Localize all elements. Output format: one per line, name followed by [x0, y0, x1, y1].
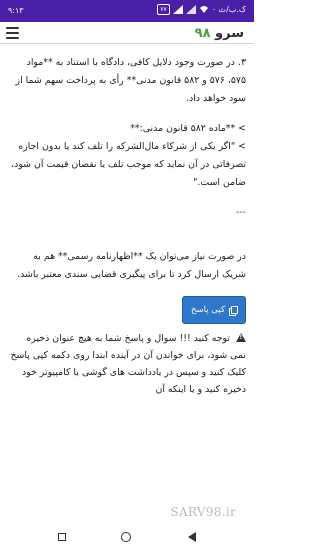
copy-answer-button[interactable]: کپی پاسخ [182, 296, 246, 324]
brand-word: سرو [215, 26, 244, 41]
status-bar: ۹:۱۳ ۷۷ ۰ ک.ب/ث [0, 0, 254, 22]
battery-icon: ۷۷ [157, 4, 170, 15]
copy-icon [229, 305, 238, 316]
answer-paragraph-2: در صورت نیاز می‌توان یک **اظهارنامه رسمی… [17, 251, 246, 280]
warning-notice: توجه کنید !!! سوال و پاسخ شما به هیچ عنو… [10, 330, 246, 398]
answer-content: ۳. در صورت وجود دلایل کافی، دادگاه با اس… [0, 44, 254, 524]
network-speed: ۰ ک.ب/ث [211, 5, 246, 14]
watermark: SARV98.ir [170, 505, 236, 519]
warning-text: توجه کنید !!! سوال و پاسخ شما به هیچ عنو… [10, 333, 247, 395]
app-bar: سرو ۹۸ [0, 22, 254, 44]
copy-answer-label: کپی پاسخ [191, 305, 225, 315]
signal-icon [172, 5, 183, 14]
brand-number: ۹۸ [194, 26, 211, 41]
home-icon[interactable] [121, 532, 131, 542]
navigation-bar [0, 524, 254, 550]
status-icons: ۷۷ ۰ ک.ب/ث [157, 4, 246, 15]
brand-logo[interactable]: سرو ۹۸ [195, 26, 244, 41]
menu-icon[interactable] [6, 27, 19, 39]
quote-body: > "اگر یکی از شرکاء مال‌الشرکه را تلف کن… [11, 141, 246, 188]
signal-icon-2 [185, 5, 196, 14]
status-time: ۹:۱۳ [8, 6, 24, 15]
answer-paragraph-1: ۳. در صورت وجود دلایل کافی، دادگاه با اس… [15, 57, 246, 104]
quote-title: > **ماده ۵۸۲ قانون مدنی:** [130, 123, 246, 134]
separator: --- [235, 207, 246, 218]
back-icon[interactable] [188, 532, 196, 542]
wifi-icon [199, 6, 208, 13]
page: ۹:۱۳ ۷۷ ۰ ک.ب/ث سرو ۹۸ ۳. در صورت وجود د… [0, 0, 254, 550]
warning-icon [236, 333, 246, 342]
recent-apps-icon[interactable] [58, 533, 66, 541]
